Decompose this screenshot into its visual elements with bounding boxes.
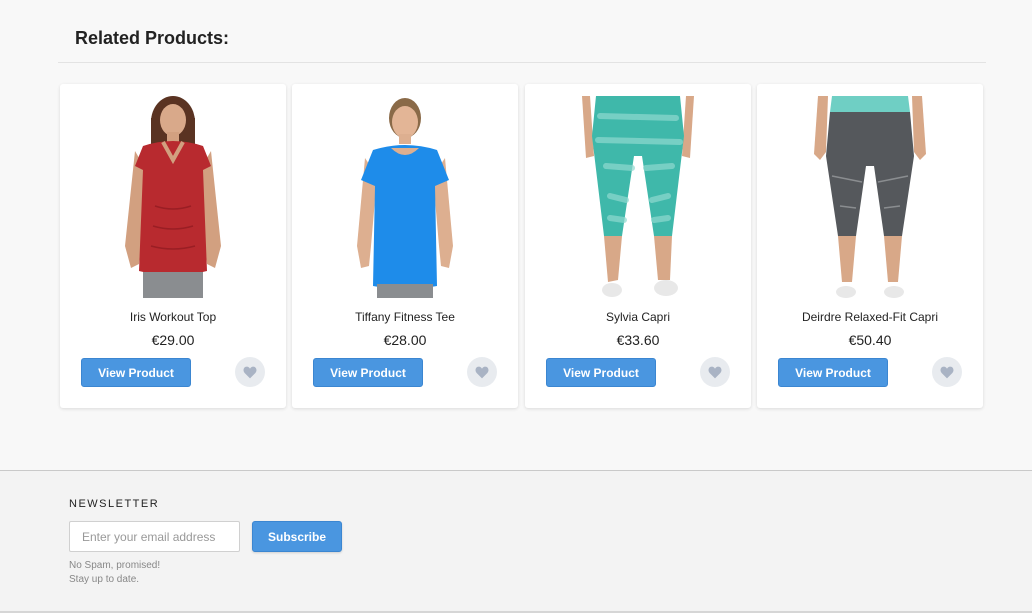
product-card: Deirdre Relaxed-Fit Capri €50.40 View Pr… [757, 84, 983, 408]
heart-icon [243, 366, 257, 378]
wishlist-button[interactable] [467, 357, 497, 387]
newsletter-title: NEWSLETTER [69, 498, 160, 510]
heart-icon [475, 366, 489, 378]
product-image[interactable] [560, 96, 716, 298]
heart-icon [940, 366, 954, 378]
newsletter-email-input[interactable] [69, 521, 240, 552]
subscribe-button[interactable]: Subscribe [252, 521, 342, 552]
newsletter-note-line2: Stay up to date. [69, 574, 140, 585]
product-card: Iris Workout Top €29.00 View Product [60, 84, 286, 408]
product-price: €29.00 [151, 332, 195, 348]
product-photo-tiffany-fitness-tee [357, 98, 453, 298]
product-grid: Iris Workout Top €29.00 View Product Tif… [60, 84, 985, 408]
product-price: €28.00 [383, 332, 427, 348]
heart-icon [708, 366, 722, 378]
product-name[interactable]: Tiffany Fitness Tee [292, 310, 518, 324]
product-photo-deirdre-capri [814, 96, 926, 298]
product-name[interactable]: Deirdre Relaxed-Fit Capri [757, 310, 983, 324]
view-product-button[interactable]: View Product [778, 358, 888, 387]
wishlist-button[interactable] [235, 357, 265, 387]
product-photo-sylvia-capri [582, 96, 694, 297]
product-image[interactable] [327, 96, 483, 298]
wishlist-button[interactable] [700, 357, 730, 387]
footer: NEWSLETTER Subscribe No Spam, promised! … [0, 470, 1032, 613]
wishlist-button[interactable] [932, 357, 962, 387]
section-title: Related Products: [75, 28, 230, 48]
view-product-button[interactable]: View Product [81, 358, 191, 387]
newsletter-note-line1: No Spam, promised! [69, 560, 161, 571]
product-card: Tiffany Fitness Tee €28.00 View Product [292, 84, 518, 408]
product-photo-iris-workout-top [125, 96, 221, 298]
view-product-button[interactable]: View Product [546, 358, 656, 387]
product-name[interactable]: Iris Workout Top [60, 310, 286, 324]
product-image[interactable] [792, 96, 948, 298]
product-image[interactable] [95, 96, 251, 298]
title-divider [58, 62, 986, 63]
product-name[interactable]: Sylvia Capri [525, 310, 751, 324]
product-card: Sylvia Capri €33.60 View Product [525, 84, 751, 408]
product-price: €33.60 [616, 332, 660, 348]
view-product-button[interactable]: View Product [313, 358, 423, 387]
product-price: €50.40 [848, 332, 892, 348]
